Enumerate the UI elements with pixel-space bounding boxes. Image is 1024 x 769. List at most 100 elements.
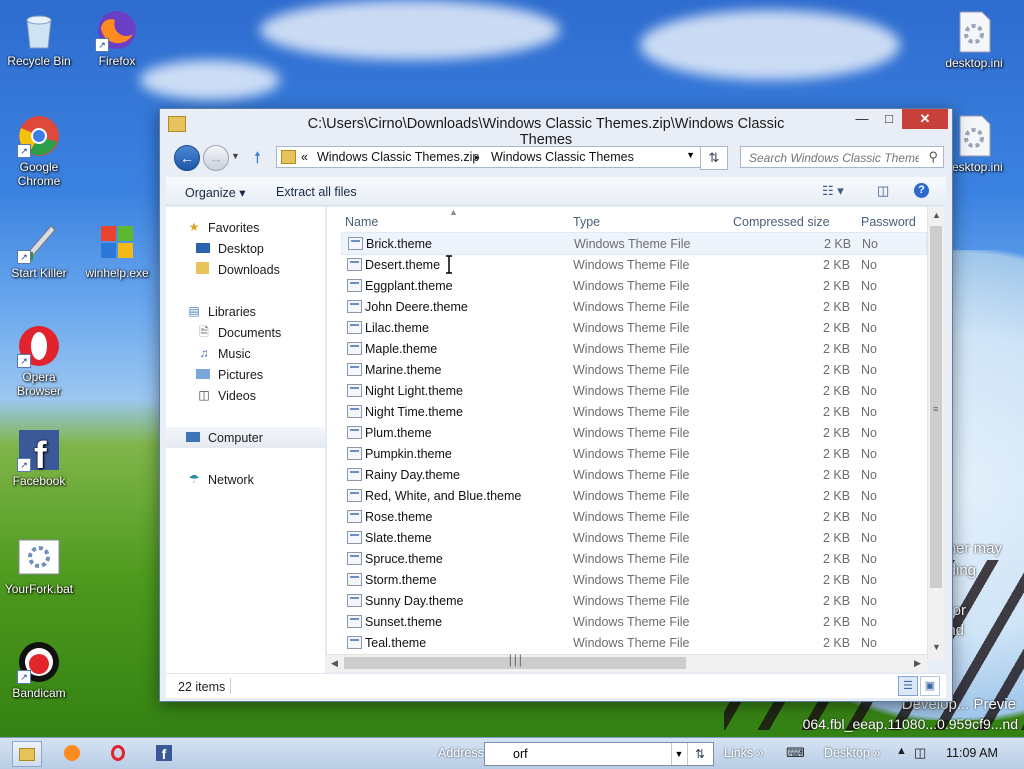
file-name[interactable]: Night Light.theme — [365, 384, 463, 398]
extract-all-button[interactable]: Extract all files — [276, 185, 357, 199]
scroll-right-button[interactable]: ▶ — [909, 655, 926, 672]
table-row[interactable]: Slate.theme Windows Theme File 2 KB No — [341, 527, 927, 548]
nav-downloads[interactable]: Downloads — [166, 259, 325, 280]
nav-libraries[interactable]: ▤ Libraries — [166, 301, 325, 322]
file-name[interactable]: Marine.theme — [365, 363, 441, 377]
file-list[interactable]: ▲ Name Type Compressed size Password ...… — [326, 207, 945, 659]
nav-network[interactable]: ☂ Network — [166, 469, 325, 490]
go-button[interactable]: ⇅ — [687, 743, 712, 765]
vertical-scrollbar[interactable]: ▲ ≡ ▼ — [927, 207, 945, 659]
scroll-left-button[interactable]: ◀ — [326, 655, 343, 672]
table-row[interactable]: Teal.theme Windows Theme File 2 KB No — [341, 632, 927, 653]
nav-music[interactable]: ♫ Music — [166, 343, 325, 364]
table-row[interactable]: Desert.theme Windows Theme File 2 KB No — [341, 254, 927, 275]
chevron-down-icon[interactable]: ▼ — [686, 150, 695, 160]
file-name[interactable]: Slate.theme — [365, 531, 432, 545]
file-name[interactable]: Eggplant.theme — [365, 279, 453, 293]
search-box[interactable]: ⚲ — [740, 146, 944, 168]
file-name[interactable]: Pumpkin.theme — [365, 447, 452, 461]
links-toolbar[interactable]: Links » — [724, 746, 764, 760]
chevron-up-icon[interactable]: ▲ — [896, 745, 907, 757]
organize-button[interactable]: Organize ▾ — [185, 185, 245, 200]
taskbar-opera-button[interactable] — [104, 741, 132, 765]
chevron-right-icon[interactable]: ▸ — [475, 152, 480, 163]
search-input[interactable] — [747, 150, 921, 166]
desktop-icon-google-chrome[interactable]: ↗ Google Chrome — [1, 114, 77, 188]
view-options-icon[interactable]: ☷ ▾ — [822, 183, 844, 199]
nav-pictures[interactable]: Pictures — [166, 364, 325, 385]
breadcrumb-folder[interactable]: Windows Classic Themes — [491, 150, 634, 164]
network-tray-icon[interactable]: ◫ — [914, 745, 926, 761]
file-name[interactable]: Spruce.theme — [365, 552, 443, 566]
scroll-up-button[interactable]: ▲ — [928, 207, 945, 224]
desktop-toolbar[interactable]: Desktop » — [824, 746, 880, 760]
table-row[interactable]: Lilac.theme Windows Theme File 2 KB No — [341, 317, 927, 338]
file-name[interactable]: Brick.theme — [366, 237, 432, 251]
file-name[interactable]: Teal.theme — [365, 636, 426, 650]
desktop-icon-recycle-bin[interactable]: Recycle Bin — [1, 8, 77, 68]
table-row[interactable]: Night Time.theme Windows Theme File 2 KB No — [341, 401, 927, 422]
preview-pane-icon[interactable]: ◫ — [877, 183, 889, 199]
clock[interactable]: 11:09 AM — [946, 746, 998, 760]
table-row[interactable]: Storm.theme Windows Theme File 2 KB No — [341, 569, 927, 590]
nav-computer[interactable]: Computer — [166, 427, 325, 448]
back-button[interactable]: ← — [174, 145, 200, 171]
table-row[interactable]: Marine.theme Windows Theme File 2 KB No — [341, 359, 927, 380]
nav-favorites[interactable]: ★ Favorites — [166, 217, 325, 238]
table-row[interactable]: Red, White, and Blue.theme Windows Theme … — [341, 485, 927, 506]
column-name[interactable]: Name — [345, 215, 378, 229]
large-icons-view-button[interactable]: ▣ — [920, 676, 940, 696]
keyboard-icon[interactable]: ⌨ — [786, 745, 805, 761]
title-bar[interactable]: C:\Users\Cirno\Downloads\Windows Classic… — [160, 109, 952, 148]
explorer-window[interactable]: C:\Users\Cirno\Downloads\Windows Classic… — [159, 108, 953, 702]
address-bar[interactable]: « Windows Classic Themes.zip ▸ Windows C… — [276, 146, 728, 168]
forward-button[interactable]: → — [203, 145, 229, 171]
desktop-icon-firefox[interactable]: ↗ Firefox — [79, 8, 155, 68]
table-row[interactable]: Sunny Day.theme Windows Theme File 2 KB No — [341, 590, 927, 611]
taskbar-facebook-button[interactable]: f — [150, 741, 178, 765]
desktop-icon-winhelp[interactable]: winhelp.exe — [79, 220, 155, 280]
file-name[interactable]: Storm.theme — [365, 573, 437, 587]
scroll-down-button[interactable]: ▼ — [928, 639, 945, 656]
taskbar-address-input[interactable] — [511, 746, 695, 762]
up-arrow-icon[interactable]: 🠕 — [254, 147, 261, 174]
file-name[interactable]: Night Time.theme — [365, 405, 463, 419]
table-row[interactable]: Brick.theme Windows Theme File 2 KB No — [341, 232, 927, 255]
table-row[interactable]: Sunset.theme Windows Theme File 2 KB No — [341, 611, 927, 632]
address-overflow[interactable]: « — [301, 150, 308, 164]
desktop-icon-facebook[interactable]: f ↗ Facebook — [1, 428, 77, 488]
file-name[interactable]: Desert.theme — [365, 258, 440, 272]
table-row[interactable]: John Deere.theme Windows Theme File 2 KB No — [341, 296, 927, 317]
table-row[interactable]: Rainy Day.theme Windows Theme File 2 KB No — [341, 464, 927, 485]
table-row[interactable]: Plum.theme Windows Theme File 2 KB No — [341, 422, 927, 443]
taskbar-address-box[interactable]: ▼ ⇅ — [484, 742, 714, 766]
desktop-icon-desktop-ini[interactable]: desktop.ini — [936, 10, 1012, 70]
nav-documents[interactable]: 🗎 Documents — [166, 322, 325, 343]
desktop-icon-yourfork-bat[interactable]: YourFork.bat — [1, 536, 77, 596]
file-name[interactable]: Maple.theme — [365, 342, 437, 356]
file-name[interactable]: Lilac.theme — [365, 321, 429, 335]
breadcrumb-zip[interactable]: Windows Classic Themes.zip — [317, 150, 479, 164]
column-compressed-size[interactable]: Compressed size — [733, 215, 830, 229]
minimize-button[interactable]: — — [848, 109, 876, 129]
table-row[interactable]: Night Light.theme Windows Theme File 2 KB N… — [341, 380, 927, 401]
chevron-down-icon[interactable]: ▼ — [671, 743, 686, 765]
refresh-button[interactable]: ⇅ — [700, 146, 728, 170]
table-row[interactable]: Pumpkin.theme Windows Theme File 2 KB No — [341, 443, 927, 464]
file-name[interactable]: Plum.theme — [365, 426, 432, 440]
recent-pages-dropdown[interactable]: ▼ — [231, 151, 240, 161]
table-row[interactable]: Eggplant.theme Windows Theme File 2 KB No — [341, 275, 927, 296]
nav-desktop[interactable]: Desktop — [166, 238, 325, 259]
file-name[interactable]: Sunny Day.theme — [365, 594, 463, 608]
taskbar-explorer-button[interactable] — [12, 741, 42, 767]
table-row[interactable]: Rose.theme Windows Theme File 2 KB No — [341, 506, 927, 527]
close-button[interactable]: ✕ — [902, 109, 948, 129]
maximize-button[interactable]: □ — [876, 109, 902, 129]
nav-videos[interactable]: ◫ Videos — [166, 385, 325, 406]
desktop-icon-opera[interactable]: ↗ Opera Browser — [1, 324, 77, 398]
taskbar-firefox-button[interactable] — [58, 741, 86, 765]
help-icon[interactable]: ? — [914, 183, 929, 198]
desktop-icon-start-killer[interactable]: ↗ Start Killer — [1, 220, 77, 280]
search-icon[interactable]: ⚲ — [928, 149, 938, 165]
file-name[interactable]: Rose.theme — [365, 510, 432, 524]
